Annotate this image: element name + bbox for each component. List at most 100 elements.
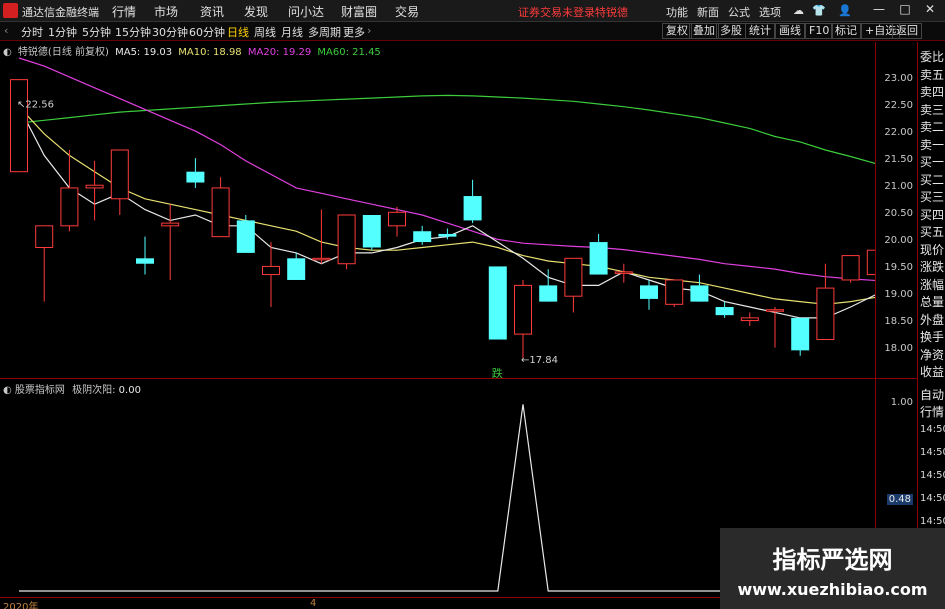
high-price-label: ↖22.56 — [17, 99, 54, 110]
tick-time: 14:50 — [920, 470, 945, 481]
candle-body-24 — [614, 271, 633, 274]
auto-ticker-label[interactable]: 行情 — [920, 403, 944, 420]
price-tick-label: 22.00 — [884, 126, 913, 138]
tool-formula[interactable]: 公式 — [728, 4, 750, 20]
cloud-icon[interactable]: ☁ — [793, 4, 804, 17]
quote-field-label: 总量 — [920, 295, 945, 309]
indicator-tick-label: 1.00 — [890, 397, 913, 409]
tool-functions[interactable]: 功能 — [666, 4, 688, 20]
candle-body-9 — [236, 220, 255, 253]
menu-wealth-circle[interactable]: 财富圈 — [341, 3, 377, 20]
price-tick-label: 20.00 — [884, 235, 913, 247]
price-tick-label: 18.00 — [884, 343, 913, 355]
candle-body-21 — [539, 285, 558, 302]
candle-body-29 — [740, 317, 759, 322]
quote-field-label: 卖五 — [920, 67, 945, 82]
candle-body-2 — [60, 187, 79, 227]
current-stock-name: 特锐德 — [595, 6, 628, 19]
f10-button[interactable]: F10 — [805, 23, 834, 39]
candle-body-3 — [85, 184, 104, 189]
menu-news[interactable]: 资讯 — [200, 3, 224, 20]
mark-button[interactable]: 标记 — [831, 23, 861, 39]
period-tab-30min[interactable]: 30分钟 — [152, 24, 188, 40]
tick-time: 14:50 — [920, 424, 945, 435]
minimize-button[interactable]: — — [871, 2, 887, 16]
chevron-left-icon[interactable]: ‹ — [4, 24, 8, 37]
ma5-line — [18, 106, 875, 319]
close-button[interactable]: ✕ — [922, 2, 938, 16]
main-chart-header: ◐ 特锐德(日线 前复权) MA5: 19.03 MA10: 18.98 MA2… — [3, 43, 384, 58]
crosshair-value-label: 0.48 — [886, 494, 913, 506]
candle-body-31 — [791, 317, 810, 351]
ma10-value: MA10: 18.98 — [178, 47, 242, 58]
menu-discover[interactable]: 发现 — [244, 3, 268, 20]
ma5-value: MA5: 19.03 — [115, 47, 173, 58]
statistics-button[interactable]: 统计 — [745, 23, 775, 39]
candle-body-15 — [388, 211, 406, 227]
quote-field-label: 买一 — [920, 155, 945, 169]
menu-trade[interactable]: 交易 — [395, 3, 419, 20]
price-axis: 23.00 22.50 22.00 21.50 21.00 20.50 20.00 19.50… — [875, 42, 917, 378]
indicator-name: 极阴次阳: — [72, 385, 116, 396]
candle-body-11 — [287, 258, 306, 280]
candle-body-12 — [312, 257, 331, 261]
quote-field-label: 卖二 — [920, 120, 945, 134]
candle-body-0 — [10, 79, 28, 173]
quote-field-label: 卖一 — [920, 137, 945, 152]
candle-body-19 — [488, 266, 507, 340]
signal-marker: 跌 — [492, 366, 503, 378]
candle-body-5 — [136, 258, 154, 264]
candle-body-7 — [186, 171, 205, 183]
back-button[interactable]: 返回 — [892, 23, 922, 39]
quote-field-label: 卖三 — [920, 102, 945, 117]
adjust-button[interactable]: 复权 — [662, 23, 692, 39]
chevron-right-icon[interactable]: › — [367, 24, 371, 37]
maximize-button[interactable]: □ — [897, 2, 913, 16]
multi-stock-button[interactable]: 多股 — [716, 23, 746, 39]
candlestick-chart[interactable]: ↖22.56 ←17.84 跌 — [0, 42, 875, 378]
tshirt-icon[interactable]: 👕 — [812, 4, 826, 17]
app-name: 通达信金融终端 — [22, 6, 99, 19]
price-tick-label: 19.00 — [884, 289, 913, 301]
x-label-year: 2020年 — [3, 602, 39, 609]
tool-options[interactable]: 选项 — [759, 4, 781, 20]
auto-ticker-label[interactable]: 自动 — [920, 386, 944, 403]
overlay-button[interactable]: 叠加 — [689, 23, 719, 39]
menu-ask-xiaoda[interactable]: 问小达 — [288, 3, 324, 20]
period-tab-monthly[interactable]: 月线 — [281, 24, 303, 40]
period-tab-more[interactable]: 更多 — [343, 24, 365, 40]
period-tab-weekly[interactable]: 周线 — [254, 24, 276, 40]
price-tick-label: 20.50 — [884, 208, 913, 219]
quote-field-label: 买五 — [920, 225, 945, 239]
period-tab-5min[interactable]: 5分钟 — [82, 24, 111, 40]
period-tab-daily[interactable]: 日线 — [227, 24, 249, 40]
avatar[interactable]: 👤 — [838, 4, 852, 17]
period-tab-multi[interactable]: 多周期 — [308, 24, 341, 40]
candle-body-22 — [564, 257, 583, 297]
price-tick-label: 19.50 — [884, 262, 913, 274]
candle-body-20 — [514, 284, 532, 335]
period-tab-1min[interactable]: 1分钟 — [48, 24, 77, 40]
menu-market[interactable]: 市场 — [154, 3, 178, 20]
period-tab-15min[interactable]: 15分钟 — [115, 24, 151, 40]
period-tab-intraday[interactable]: 分时 — [21, 24, 43, 40]
tool-new-layout[interactable]: 新面 — [697, 4, 719, 20]
candle-body-10 — [262, 265, 280, 276]
quote-field-label: 收益 — [920, 365, 945, 379]
indicator-toggle-icon[interactable]: ◐ — [3, 385, 12, 396]
candle-body-28 — [715, 307, 734, 316]
watermark: 指标严选网 www.xuezhibiao.com — [720, 528, 945, 609]
title-bar: 通达信金融终端 行情 市场 资讯 发现 问小达 财富圈 交易 证券交易未登录 特… — [0, 0, 945, 22]
quote-field-label: 外盘 — [920, 312, 945, 327]
chart-toggle-icon[interactable]: ◐ — [3, 47, 12, 58]
draw-line-button[interactable]: 画线 — [775, 23, 805, 39]
ma60-value: MA60: 21.45 — [317, 47, 381, 58]
app-logo-icon — [3, 3, 18, 18]
ma20-line — [18, 57, 875, 282]
menu-market-quotes[interactable]: 行情 — [112, 3, 136, 20]
login-status[interactable]: 证券交易未登录 — [518, 4, 595, 20]
period-tab-60min[interactable]: 60分钟 — [189, 24, 225, 40]
candle-body-25 — [640, 285, 658, 299]
tick-time: 14:50 — [920, 516, 945, 527]
quote-field-label: 涨跌 — [920, 260, 945, 274]
